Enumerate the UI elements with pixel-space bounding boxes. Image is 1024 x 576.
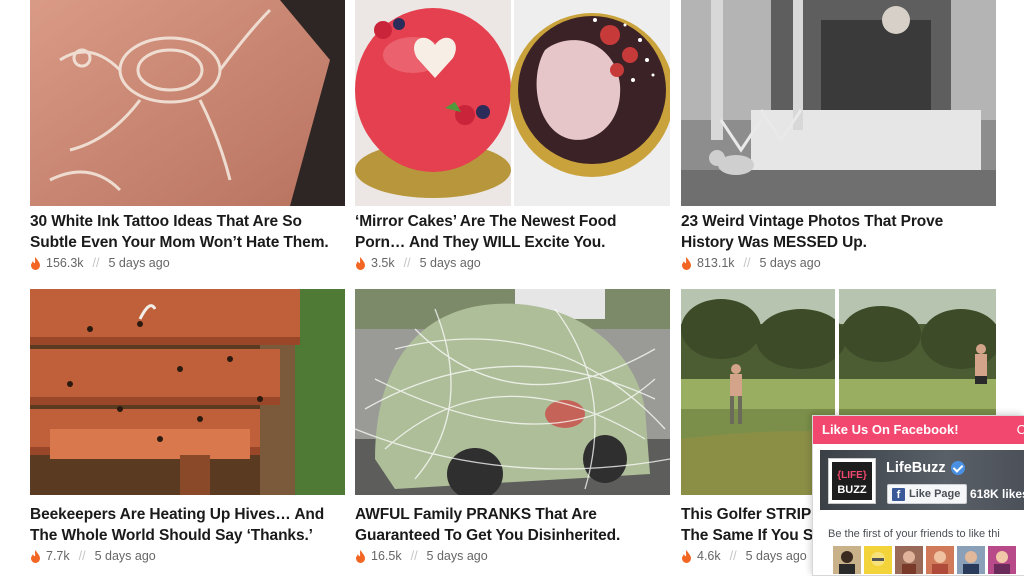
- article-thumbnail[interactable]: [30, 0, 345, 206]
- article-meta: 7.7k // 5 days ago: [30, 549, 156, 563]
- view-count: 7.7k: [46, 549, 70, 563]
- friend-avatars: [833, 546, 1019, 574]
- post-time: 5 days ago: [745, 549, 807, 563]
- flame-icon: [682, 256, 691, 270]
- article-meta: 16.5k // 5 days ago: [355, 549, 488, 563]
- separator: //: [410, 549, 418, 563]
- like-count: 618K likes: [970, 487, 1024, 501]
- separator: //: [743, 256, 751, 270]
- avatar[interactable]: [864, 546, 892, 574]
- separator: //: [92, 256, 100, 270]
- flame-icon: [356, 256, 365, 270]
- article-title[interactable]: 23 Weird Vintage Photos That Prove Histo…: [681, 211, 1011, 253]
- facebook-widget-header[interactable]: Like Us On Facebook! C: [813, 416, 1024, 444]
- avatar[interactable]: [988, 546, 1016, 574]
- article-thumbnail[interactable]: [681, 0, 996, 206]
- facebook-page-plugin: {LIFE} BUZZ LifeBuzz f Like Page 618K li…: [813, 444, 1024, 575]
- article-thumbnail[interactable]: [30, 289, 345, 495]
- title-line[interactable]: Beekeepers Are Heating Up Hives… And: [30, 504, 360, 525]
- title-line[interactable]: Guaranteed To Get You Disinherited.: [355, 525, 685, 546]
- separator: //: [729, 549, 737, 563]
- title-line[interactable]: Porn… And They WILL Excite You.: [355, 232, 685, 253]
- post-time: 5 days ago: [759, 256, 821, 270]
- view-count: 4.6k: [697, 549, 721, 563]
- post-time: 5 days ago: [426, 549, 488, 563]
- title-line[interactable]: The Whole World Should Say ‘Thanks.’: [30, 525, 360, 546]
- avatar[interactable]: [926, 546, 954, 574]
- verified-badge-icon: [950, 461, 965, 475]
- close-button[interactable]: C: [1017, 416, 1024, 444]
- logo-text-bottom: BUZZ: [837, 484, 867, 496]
- flame-icon: [31, 549, 40, 563]
- title-line[interactable]: ‘Mirror Cakes’ Are The Newest Food: [355, 211, 685, 232]
- facebook-like-widget[interactable]: Like Us On Facebook! C {LIFE} BUZZ LifeB…: [812, 415, 1024, 576]
- facebook-icon: f: [892, 487, 905, 501]
- avatar[interactable]: [957, 546, 985, 574]
- article-title[interactable]: ‘Mirror Cakes’ Are The Newest Food Porn……: [355, 211, 685, 253]
- article-title[interactable]: 30 White Ink Tattoo Ideas That Are So Su…: [30, 211, 360, 253]
- flame-icon: [356, 549, 365, 563]
- flame-icon: [682, 549, 691, 563]
- friends-prompt: Be the first of your friends to like thi: [828, 528, 1000, 540]
- avatar[interactable]: [833, 546, 861, 574]
- title-line[interactable]: Subtle Even Your Mom Won’t Hate Them.: [30, 232, 360, 253]
- title-line[interactable]: 23 Weird Vintage Photos That Prove: [681, 211, 1011, 232]
- article-thumbnail[interactable]: [355, 289, 670, 495]
- title-line[interactable]: 30 White Ink Tattoo Ideas That Are So: [30, 211, 360, 232]
- like-page-button[interactable]: f Like Page: [887, 484, 968, 504]
- post-time: 5 days ago: [108, 256, 170, 270]
- view-count: 16.5k: [371, 549, 402, 563]
- flame-icon: [31, 256, 40, 270]
- title-line[interactable]: AWFUL Family PRANKS That Are: [355, 504, 685, 525]
- post-time: 5 days ago: [94, 549, 156, 563]
- article-title[interactable]: Beekeepers Are Heating Up Hives… And The…: [30, 504, 360, 546]
- lifebuzz-logo[interactable]: {LIFE} BUZZ: [828, 458, 876, 504]
- view-count: 156.3k: [46, 256, 84, 270]
- title-line[interactable]: History Was MESSED Up.: [681, 232, 1011, 253]
- facebook-page-cover[interactable]: {LIFE} BUZZ LifeBuzz f Like Page 618K li…: [820, 450, 1024, 510]
- article-thumbnail[interactable]: [355, 0, 670, 206]
- separator: //: [78, 549, 86, 563]
- lifebuzz-logo-mark: {LIFE} BUZZ: [832, 462, 872, 500]
- facebook-widget-title: Like Us On Facebook!: [822, 422, 959, 437]
- article-meta: 3.5k // 5 days ago: [355, 256, 481, 270]
- article-meta: 813.1k // 5 days ago: [681, 256, 821, 270]
- view-count: 813.1k: [697, 256, 735, 270]
- view-count: 3.5k: [371, 256, 395, 270]
- like-page-label: Like Page: [909, 488, 961, 500]
- separator: //: [403, 256, 411, 270]
- avatar[interactable]: [895, 546, 923, 574]
- logo-text-top: {LIFE}: [837, 470, 867, 481]
- article-meta: 4.6k // 5 days ago: [681, 549, 807, 563]
- article-title[interactable]: AWFUL Family PRANKS That Are Guaranteed …: [355, 504, 685, 546]
- article-meta: 156.3k // 5 days ago: [30, 256, 170, 270]
- post-time: 5 days ago: [419, 256, 481, 270]
- page-name-label: LifeBuzz: [886, 460, 946, 476]
- page-name[interactable]: LifeBuzz: [886, 460, 965, 476]
